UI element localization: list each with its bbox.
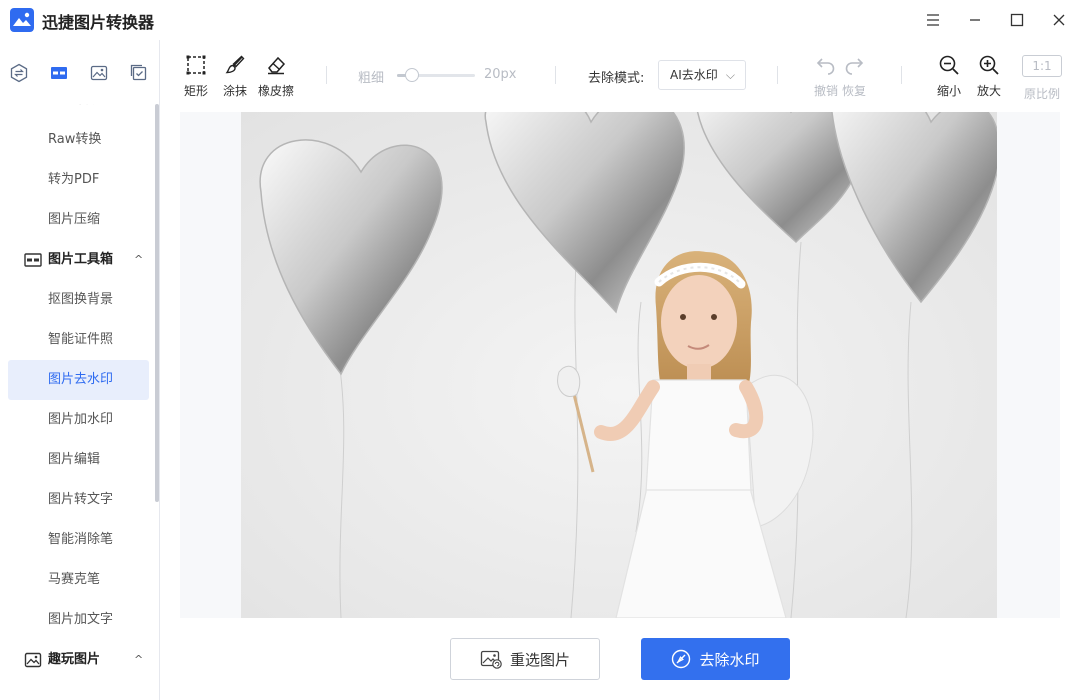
zoom-out-button[interactable]: 缩小 [934, 52, 964, 99]
remove-watermark-icon [672, 649, 691, 669]
menu-icon[interactable] [916, 6, 950, 34]
thickness-label: 粗细 [358, 71, 385, 86]
sidebar-group-label: 图片工具箱 [48, 252, 114, 267]
remove-mode-label: 去除模式: [588, 71, 645, 86]
sidebar-item-ocr[interactable]: 图片转文字 [0, 480, 156, 520]
sidebar-nav: Heic转换 Raw转换 转为PDF 图片压缩 图片工具箱 ^ 抠图换背景 智能… [0, 104, 156, 700]
check-image-icon[interactable] [128, 62, 150, 84]
sidebar-nav-list: Heic转换 Raw转换 转为PDF 图片压缩 图片工具箱 ^ 抠图换背景 智能… [0, 104, 156, 680]
app-title: 迅捷图片转换器 [42, 13, 155, 32]
toolbar: 矩形 涂抹 橡皮擦 粗细 20px 去除模式: AI去水印 ⌵ 撤销 恢复 缩小… [160, 40, 1080, 110]
maximize-icon[interactable] [1000, 6, 1034, 34]
brush-icon [222, 52, 248, 78]
image-icon[interactable] [88, 62, 110, 84]
action-bar: 重选图片 去除水印 [160, 618, 1080, 700]
remove-mode-select[interactable]: AI去水印 ⌵ [658, 60, 746, 90]
sidebar-item-pdf[interactable]: 转为PDF [0, 160, 156, 200]
sidebar-scrollbar[interactable] [155, 104, 159, 502]
zoom-in-icon [976, 52, 1002, 78]
convert-icon[interactable] [8, 62, 30, 84]
category-icon-row [0, 40, 160, 104]
sidebar-item-compress[interactable]: 图片压缩 [0, 200, 156, 240]
fun-image-group-icon [24, 652, 42, 668]
sidebar-item-raw[interactable]: Raw转换 [0, 120, 156, 160]
sidebar-group-toolbox[interactable]: 图片工具箱 ^ [0, 240, 156, 280]
thickness-value: 20px [484, 67, 517, 82]
zoom-out-icon [936, 52, 962, 78]
eraser-tool-button[interactable]: 橡皮擦 [257, 52, 295, 99]
chevron-down-icon: ⌵ [725, 68, 735, 82]
app-logo-icon [10, 8, 34, 32]
original-ratio-label: 原比例 [1023, 87, 1060, 101]
rect-tool-label: 矩形 [183, 84, 208, 98]
zoom-in-button[interactable]: 放大 [974, 52, 1004, 99]
brush-tool-label: 涂抹 [222, 84, 247, 98]
undo-button[interactable]: 撤销 [811, 52, 841, 99]
chevron-up-icon: ^ [134, 253, 144, 266]
undo-icon [813, 52, 839, 78]
image-reload-icon [480, 650, 502, 669]
remove-watermark-button[interactable]: 去除水印 [641, 638, 790, 680]
redo-button[interactable]: 恢复 [839, 52, 869, 99]
sidebar-item-mosaic[interactable]: 马赛克笔 [0, 560, 156, 600]
image-canvas[interactable] [180, 112, 1060, 618]
sidebar-group-label: 趣玩图片 [48, 652, 101, 667]
eraser-icon [263, 52, 289, 78]
thickness-slider-thumb[interactable] [405, 68, 419, 82]
sidebar-item-add-text[interactable]: 图片加文字 [0, 600, 156, 640]
app-window: 迅捷图片转换器 Raw转换 转为PDF 图片压缩 图片工具箱 ^ 抠图换背景 智… [0, 0, 1080, 700]
reselect-image-label: 重选图片 [509, 650, 570, 669]
undo-label: 撤销 [813, 84, 838, 98]
sidebar-item-eraser-pen[interactable]: 智能消除笔 [0, 520, 156, 560]
rect-select-icon [183, 52, 209, 78]
original-ratio-button[interactable]: 1:1 [1022, 55, 1062, 77]
zoom-in-label: 放大 [976, 84, 1001, 98]
remove-mode-value: AI去水印 [670, 68, 718, 82]
brush-tool-button[interactable]: 涂抹 [221, 52, 249, 99]
toolbar-divider [326, 66, 327, 84]
sidebar-item-id-photo[interactable]: 智能证件照 [0, 320, 156, 360]
minimize-icon[interactable] [958, 6, 992, 34]
toolbar-divider [555, 66, 556, 84]
redo-label: 恢复 [841, 84, 866, 98]
close-icon[interactable] [1042, 6, 1076, 34]
photo-illustration [241, 112, 997, 618]
sidebar: Heic转换 Raw转换 转为PDF 图片压缩 图片工具箱 ^ 抠图换背景 智能… [0, 40, 160, 700]
sidebar-item-heic[interactable]: Heic转换 [0, 104, 156, 120]
zoom-out-label: 缩小 [936, 84, 961, 98]
toolbox-icon[interactable] [48, 62, 70, 84]
sidebar-item-add-watermark[interactable]: 图片加水印 [0, 400, 156, 440]
toolbox-group-icon [24, 253, 42, 267]
toolbar-divider [901, 66, 902, 84]
remove-watermark-label: 去除水印 [699, 650, 760, 669]
chevron-up-icon: ^ [134, 653, 144, 666]
sidebar-group-fun[interactable]: 趣玩图片 ^ [0, 640, 156, 680]
sidebar-item-edit[interactable]: 图片编辑 [0, 440, 156, 480]
toolbar-divider [777, 66, 778, 84]
sidebar-item-cutout[interactable]: 抠图换背景 [0, 280, 156, 320]
preview-image[interactable] [241, 112, 997, 618]
reselect-image-button[interactable]: 重选图片 [450, 638, 600, 680]
title-bar: 迅捷图片转换器 [0, 0, 1080, 40]
redo-icon [841, 52, 867, 78]
rect-tool-button[interactable]: 矩形 [182, 52, 210, 99]
sidebar-item-remove-watermark[interactable]: 图片去水印 [8, 360, 149, 400]
eraser-tool-label: 橡皮擦 [257, 84, 294, 98]
